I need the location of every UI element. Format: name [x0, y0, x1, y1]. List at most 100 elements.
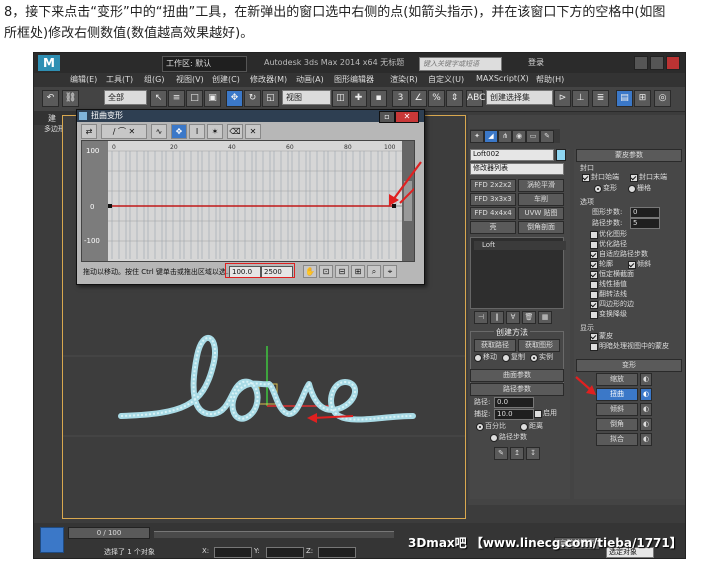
deform-scale-toggle-icon[interactable]: ◐: [640, 373, 652, 386]
show-end-result-icon[interactable]: ‖: [490, 311, 504, 324]
motion-tab-icon[interactable]: ◉: [512, 130, 526, 143]
menu-modifiers[interactable]: 修改器(M): [250, 74, 287, 85]
coord-x-field[interactable]: [214, 547, 252, 558]
adaptive-path-checkbox[interactable]: [590, 251, 598, 259]
zoom-horizontal-icon[interactable]: ⊟: [335, 265, 349, 278]
minimize-icon[interactable]: [634, 56, 648, 70]
window-cross-icon[interactable]: ▣: [204, 90, 221, 107]
modifier-btn-lathe[interactable]: 车削: [518, 193, 564, 206]
ribbon-tab-label[interactable]: 建: [48, 113, 56, 124]
insert-corner-point-icon[interactable]: ✶: [207, 124, 223, 139]
deform-scale-button[interactable]: 缩放: [596, 373, 638, 386]
constant-cross-section-checkbox[interactable]: [590, 271, 598, 279]
pivot-icon[interactable]: ◫: [332, 90, 349, 107]
object-name-field[interactable]: Loft002: [470, 149, 554, 161]
time-slider[interactable]: 0 / 100: [68, 527, 150, 539]
mirror-icon[interactable]: ⊳: [554, 90, 571, 107]
menu-create[interactable]: 创建(C): [212, 74, 240, 85]
menu-customize[interactable]: 自定义(U): [428, 74, 464, 85]
rect-select-icon[interactable]: □: [186, 90, 203, 107]
move-control-point-icon[interactable]: ✥: [171, 124, 187, 139]
manipulate-icon[interactable]: ✚: [350, 90, 367, 107]
keyboard-shortcut-icon[interactable]: ▪: [370, 90, 387, 107]
material-editor-icon[interactable]: ◎: [654, 90, 671, 107]
deformations-rollout[interactable]: 变形: [576, 359, 682, 372]
banking-checkbox[interactable]: [628, 261, 636, 269]
modifier-btn-shell[interactable]: 壳: [470, 221, 516, 234]
named-selection-select[interactable]: 创建选择集: [486, 90, 553, 105]
modifier-stack[interactable]: Loft: [470, 237, 566, 309]
make-symmetrical-icon[interactable]: ⇄: [81, 124, 97, 139]
utilities-tab-icon[interactable]: ✎: [540, 130, 554, 143]
menu-help[interactable]: 帮助(H): [536, 74, 564, 85]
maxscript-listener-icon[interactable]: [40, 527, 64, 553]
deform-bevel-button[interactable]: 倒角: [596, 418, 638, 431]
delete-control-point-icon[interactable]: ⌫: [227, 124, 243, 139]
linear-interpolation-checkbox[interactable]: [590, 281, 598, 289]
pick-shape-icon[interactable]: ✎: [494, 447, 508, 460]
percent-snap-icon[interactable]: %: [428, 90, 445, 107]
zoom-extents-icon[interactable]: ⊡: [319, 265, 333, 278]
angle-snap-icon[interactable]: ∠: [410, 90, 427, 107]
skin-checkbox[interactable]: [590, 333, 598, 341]
workspace-select[interactable]: 工作区: 默认: [162, 56, 247, 72]
modify-tab-icon[interactable]: ◢: [484, 130, 498, 143]
schematic-icon[interactable]: ⊞: [634, 90, 651, 107]
get-shape-button[interactable]: 获取图形: [518, 339, 560, 352]
spinner-snap-icon[interactable]: ⇕: [446, 90, 463, 107]
select-by-name-icon[interactable]: ≡: [168, 90, 185, 107]
modifier-btn-uvw[interactable]: UVW 贴图: [518, 207, 564, 220]
percent-radio[interactable]: [476, 423, 484, 431]
grid-radio[interactable]: [628, 185, 636, 193]
stack-item-loft[interactable]: Loft: [474, 241, 566, 250]
modifier-btn-ffd333[interactable]: FFD 3x3x3: [470, 193, 516, 206]
display-curves-icon[interactable]: ∕ ⌒ ✕: [101, 124, 147, 139]
zoom-vertical-icon[interactable]: ⊞: [351, 265, 365, 278]
morph-radio[interactable]: [594, 185, 602, 193]
shape-steps-field[interactable]: 0: [630, 207, 660, 218]
contour-checkbox[interactable]: [590, 261, 598, 269]
rotate-icon[interactable]: ↻: [244, 90, 261, 107]
modifier-list-select[interactable]: 修改器列表: [470, 163, 564, 175]
reference-coord-select[interactable]: 视图: [282, 90, 331, 105]
deform-fit-toggle-icon[interactable]: ◐: [640, 433, 652, 446]
optimize-shapes-checkbox[interactable]: [590, 231, 598, 239]
control-point-left[interactable]: [108, 204, 112, 208]
make-unique-icon[interactable]: ∀: [506, 311, 520, 324]
path-steps-field[interactable]: 5: [630, 218, 660, 229]
copy-radio[interactable]: [502, 354, 510, 362]
flip-normals-checkbox[interactable]: [590, 291, 598, 299]
select-icon[interactable]: ↖: [150, 90, 167, 107]
close-icon[interactable]: [666, 56, 680, 70]
menu-animation[interactable]: 动画(A): [296, 74, 324, 85]
deform-twist-button[interactable]: 扭曲: [596, 388, 638, 401]
configure-sets-icon[interactable]: ▦: [538, 311, 552, 324]
distance-radio[interactable]: [520, 423, 528, 431]
search-input[interactable]: 键入关键字或短语: [419, 57, 502, 71]
transform-degrade-checkbox[interactable]: [590, 311, 598, 319]
deform-teeter-button[interactable]: 倾斜: [596, 403, 638, 416]
zoom-region-icon[interactable]: ⌖: [383, 265, 397, 278]
track-bar[interactable]: [154, 531, 394, 538]
skin-params-rollout[interactable]: 蒙皮参数: [576, 149, 682, 162]
undo-icon[interactable]: ↶: [42, 90, 59, 107]
app-logo-icon[interactable]: M: [38, 55, 60, 71]
menu-edit[interactable]: 编辑(E): [70, 74, 97, 85]
remove-modifier-icon[interactable]: 🗑: [522, 311, 536, 324]
menu-graph-editors[interactable]: 图形编辑器: [334, 74, 374, 85]
maximize-icon[interactable]: [650, 56, 664, 70]
menu-group[interactable]: 组(G): [144, 74, 164, 85]
link-icon[interactable]: ⛓: [62, 90, 79, 107]
scale-control-point-icon[interactable]: I: [189, 124, 205, 139]
scale-icon[interactable]: ◱: [262, 90, 279, 107]
move-icon[interactable]: ✥: [226, 90, 243, 107]
deform-teeter-toggle-icon[interactable]: ◐: [640, 403, 652, 416]
instance-radio[interactable]: [530, 354, 538, 362]
display-tab-icon[interactable]: ▭: [526, 130, 540, 143]
cap-end-checkbox[interactable]: [630, 174, 638, 182]
zoom-icon[interactable]: ⌕: [367, 265, 381, 278]
menu-maxscript[interactable]: MAXScript(X): [476, 74, 529, 83]
deform-bevel-toggle-icon[interactable]: ◐: [640, 418, 652, 431]
modifier-btn-ffd444[interactable]: FFD 4x4x4: [470, 207, 516, 220]
modifier-btn-turbosmooth[interactable]: 涡轮平滑: [518, 179, 564, 192]
